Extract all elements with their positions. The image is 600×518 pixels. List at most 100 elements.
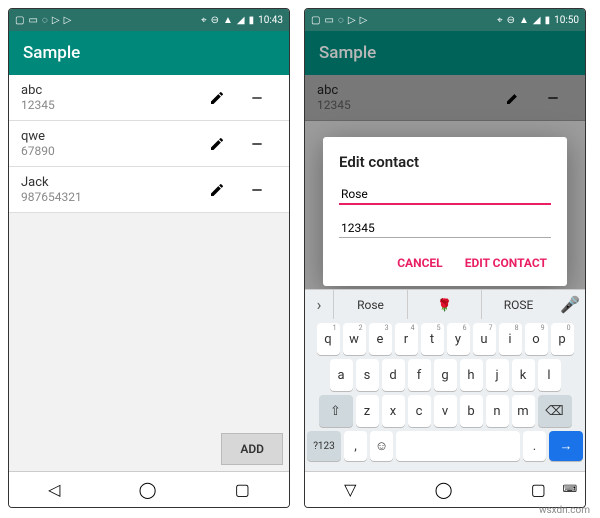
phone-field[interactable] <box>339 218 551 238</box>
key-a[interactable]: a <box>330 359 353 391</box>
key-h[interactable]: h <box>460 359 483 391</box>
key-emoji[interactable]: ☺ <box>370 431 393 461</box>
key-o[interactable]: o9 <box>525 323 548 355</box>
key-b[interactable]: b <box>460 395 483 427</box>
contact-name: abc <box>21 83 197 98</box>
recents-icon[interactable]: ▢ <box>531 480 546 499</box>
wifi-icon: ▲ <box>223 15 233 26</box>
key-comma[interactable]: , <box>344 431 367 461</box>
key-u[interactable]: u7 <box>473 323 496 355</box>
square-icon: ▢ <box>15 15 24 26</box>
contact-name: qwe <box>21 129 197 144</box>
contact-phone: 67890 <box>21 144 197 158</box>
keyboard: q1w2e3r4t5y6u7i8o9p0 asdfghjkl ⇧zxcvbnm⌫… <box>305 319 585 471</box>
key-m[interactable]: m <box>512 395 535 427</box>
clock: 10:43 <box>258 15 283 26</box>
dialog-title: Edit contact <box>339 153 551 171</box>
key-x[interactable]: x <box>382 395 405 427</box>
signal-icon: ◢ <box>533 15 541 26</box>
key-shift[interactable]: ⇧ <box>319 395 353 427</box>
keyboard-hide-icon[interactable]: ▽ <box>344 480 356 499</box>
key-v[interactable]: v <box>434 395 457 427</box>
battery-icon: ▮ <box>545 15 551 26</box>
suggestion-bar: › Rose 🌹 ROSE 🎤 <box>305 289 585 319</box>
chevron-right-icon[interactable]: › <box>305 295 333 314</box>
nav-bar: ▽ ◯ ▢ ⌨ <box>305 471 585 507</box>
key-period[interactable]: . <box>523 431 546 461</box>
content-area: abc 12345 ADD Edit contact CANCEL EDIT C… <box>305 75 585 289</box>
name-field[interactable] <box>339 184 551 205</box>
add-row: ADD <box>9 427 289 471</box>
key-p[interactable]: p0 <box>551 323 574 355</box>
edit-contact-dialog: Edit contact CANCEL EDIT CONTACT <box>323 137 567 286</box>
clock: 10:50 <box>554 15 579 26</box>
status-bar: ▢ ▭ ◌ ▷ ▷ ⌖ ⊖ ▲ ◢ ▮ 10:50 <box>305 9 585 31</box>
key-c[interactable]: c <box>408 395 431 427</box>
key-e[interactable]: e3 <box>369 323 392 355</box>
remove-icon[interactable] <box>243 130 271 158</box>
list-item[interactable]: abc 12345 <box>9 75 289 121</box>
key-d[interactable]: d <box>382 359 405 391</box>
loading-icon: ◌ <box>42 15 48 26</box>
key-s[interactable]: s <box>356 359 379 391</box>
key-j[interactable]: j <box>486 359 509 391</box>
mic-icon[interactable]: 🎤 <box>555 295 585 314</box>
play-icon: ▷ <box>360 15 368 26</box>
ime-icon[interactable]: ⌨ <box>563 484 577 495</box>
cancel-button[interactable]: CANCEL <box>393 250 446 276</box>
tv-icon: ▭ <box>28 15 37 26</box>
edit-icon[interactable] <box>203 84 231 112</box>
play-icon: ▷ <box>348 15 356 26</box>
key-z[interactable]: z <box>356 395 379 427</box>
edit-icon[interactable] <box>203 176 231 204</box>
watermark: wsxdn.com <box>539 505 590 516</box>
wifi-icon: ▲ <box>519 15 529 26</box>
nav-bar: ◁ ◯ ▢ <box>9 471 289 507</box>
play-icon: ▷ <box>64 15 72 26</box>
list-item[interactable]: qwe 67890 <box>9 121 289 167</box>
key-q[interactable]: q1 <box>317 323 340 355</box>
key-backspace[interactable]: ⌫ <box>538 395 572 427</box>
list-item[interactable]: Jack 987654321 <box>9 167 289 213</box>
key-t[interactable]: t5 <box>421 323 444 355</box>
phone-right: ▢ ▭ ◌ ▷ ▷ ⌖ ⊖ ▲ ◢ ▮ 10:50 Sample <box>304 8 586 508</box>
add-button[interactable]: ADD <box>221 433 283 465</box>
key-f[interactable]: f <box>408 359 431 391</box>
location-icon: ⌖ <box>201 15 207 26</box>
edit-icon[interactable] <box>203 130 231 158</box>
recents-icon[interactable]: ▢ <box>235 480 250 499</box>
key-i[interactable]: i8 <box>499 323 522 355</box>
app-title: Sample <box>23 43 80 63</box>
key-l[interactable]: l <box>538 359 561 391</box>
remove-icon[interactable] <box>243 176 271 204</box>
key-space[interactable] <box>396 431 520 461</box>
back-icon[interactable]: ◁ <box>48 480 60 499</box>
suggestion[interactable]: ROSE <box>481 290 555 319</box>
key-g[interactable]: g <box>434 359 457 391</box>
home-icon[interactable]: ◯ <box>139 480 157 499</box>
square-icon: ▢ <box>311 15 320 26</box>
content-area: abc 12345 qwe 67890 Jack <box>9 75 289 471</box>
contact-phone: 987654321 <box>21 190 197 204</box>
key-enter[interactable]: → <box>549 431 583 461</box>
signal-icon: ◢ <box>237 15 245 26</box>
key-n[interactable]: n <box>486 395 509 427</box>
key-k[interactable]: k <box>512 359 535 391</box>
dnd-icon: ⊖ <box>211 15 219 26</box>
key-y[interactable]: y6 <box>447 323 470 355</box>
key-r[interactable]: r4 <box>395 323 418 355</box>
contact-phone: 12345 <box>21 98 197 112</box>
location-icon: ⌖ <box>497 15 503 26</box>
suggestion[interactable]: Rose <box>333 290 407 319</box>
remove-icon[interactable] <box>243 84 271 112</box>
key-symbols[interactable]: ?123 <box>307 431 341 461</box>
phone-left: ▢ ▭ ◌ ▷ ▷ ⌖ ⊖ ▲ ◢ ▮ 10:43 Sample a <box>8 8 290 508</box>
dnd-icon: ⊖ <box>507 15 515 26</box>
key-w[interactable]: w2 <box>343 323 366 355</box>
home-icon[interactable]: ◯ <box>435 480 453 499</box>
confirm-button[interactable]: EDIT CONTACT <box>461 250 551 276</box>
battery-icon: ▮ <box>249 15 255 26</box>
play-icon: ▷ <box>52 15 60 26</box>
loading-icon: ◌ <box>338 15 344 26</box>
suggestion[interactable]: 🌹 <box>407 290 481 319</box>
